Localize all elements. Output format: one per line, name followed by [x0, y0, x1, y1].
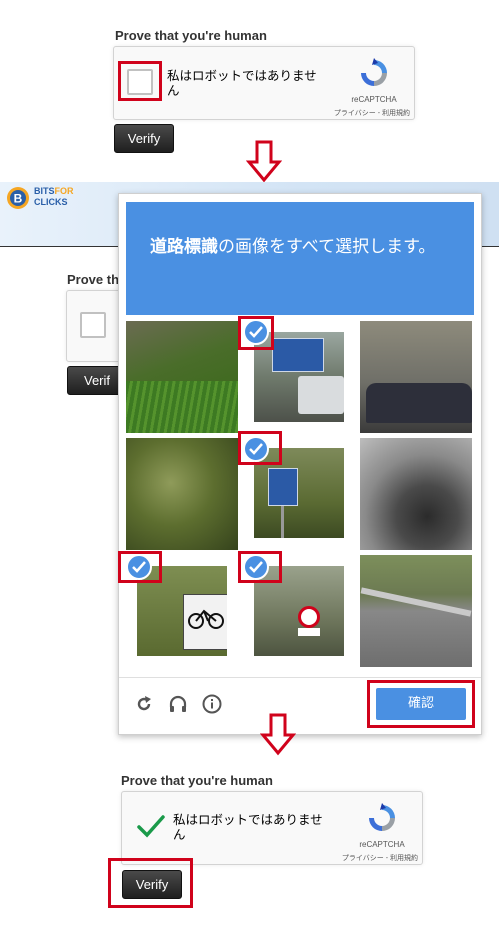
tile-truck: [298, 376, 344, 414]
bg-prove-title: Prove th: [67, 272, 120, 287]
top-recaptcha-brand: reCAPTCHA: [351, 95, 397, 104]
confirm-button-highlight: [367, 680, 475, 728]
tile-highlight: [238, 431, 282, 465]
recaptcha-logo-icon: [366, 802, 398, 834]
bottom-prove-title: Prove that you're human: [121, 773, 273, 788]
tile-highlight: [238, 316, 274, 350]
bottom-recaptcha-brand: reCAPTCHA: [359, 840, 405, 849]
challenge-instruction: 道路標識の画像をすべて選択します。: [150, 236, 435, 258]
top-prove-title: Prove that you're human: [115, 28, 267, 43]
audio-headphones-icon[interactable]: [167, 693, 189, 715]
site-logo-word-for: FOR: [54, 186, 74, 196]
bg-recaptcha-widget: [66, 290, 126, 362]
tile-sign-pole: [281, 506, 284, 538]
tile-no-entry-sign: [298, 606, 320, 628]
info-icon[interactable]: [201, 693, 223, 715]
svg-text:B: B: [14, 192, 23, 206]
top-recaptcha-terms[interactable]: プライバシー - 利用規約: [314, 108, 410, 118]
top-checkbox-highlight: [118, 61, 162, 101]
top-verify-button[interactable]: Verify: [114, 124, 174, 153]
site-logo-word-clicks: CLICKS: [34, 197, 68, 207]
down-arrow-icon: [246, 140, 282, 184]
challenge-target-word: 道路標識: [150, 237, 218, 256]
challenge-tile[interactable]: [360, 555, 472, 667]
bottom-recaptcha-widget: 私はロボットではありません reCAPTCHA プライバシー - 利用規約: [121, 791, 423, 865]
tile-street-sign: [272, 338, 324, 372]
tile-highlight: [118, 551, 162, 583]
tile-car-body: [366, 383, 472, 423]
tile-image-rock: [360, 438, 472, 550]
site-logo-word-bits: BITS: [34, 186, 55, 196]
challenge-instruction-rest: の画像をすべて選択します。: [218, 237, 436, 256]
site-logo-text[interactable]: BITSFOR CLICKS: [34, 186, 74, 208]
tile-sign-plate: [298, 628, 320, 636]
challenge-tile[interactable]: [360, 321, 472, 433]
tile-bike-lane-sign: [183, 594, 227, 650]
verify-button-highlight: [108, 858, 193, 908]
challenge-header: 道路標識の画像をすべて選択します。: [126, 202, 474, 315]
bitcoin-logo-icon: B: [6, 186, 30, 210]
top-recaptcha-label: 私はロボットではありません: [167, 69, 317, 98]
tile-image-foliage: [126, 438, 238, 550]
bg-recaptcha-checkbox[interactable]: [80, 312, 106, 338]
challenge-footer-divider: [119, 677, 481, 678]
bottom-recaptcha-label: 私はロボットではありません: [173, 813, 323, 842]
bottom-recaptcha-terms[interactable]: プライバシー - 利用規約: [322, 853, 418, 863]
recaptcha-logo-icon: [358, 57, 390, 89]
tile-sign: [268, 468, 298, 506]
tile-image-grass-texture: [126, 381, 238, 433]
tile-highlight: [238, 551, 282, 583]
challenge-tile[interactable]: [126, 438, 238, 550]
verified-check-icon: [136, 812, 166, 840]
down-arrow-icon: [260, 713, 296, 757]
challenge-tile[interactable]: [360, 438, 472, 550]
reload-icon[interactable]: [134, 694, 154, 714]
challenge-tile[interactable]: [126, 321, 238, 433]
